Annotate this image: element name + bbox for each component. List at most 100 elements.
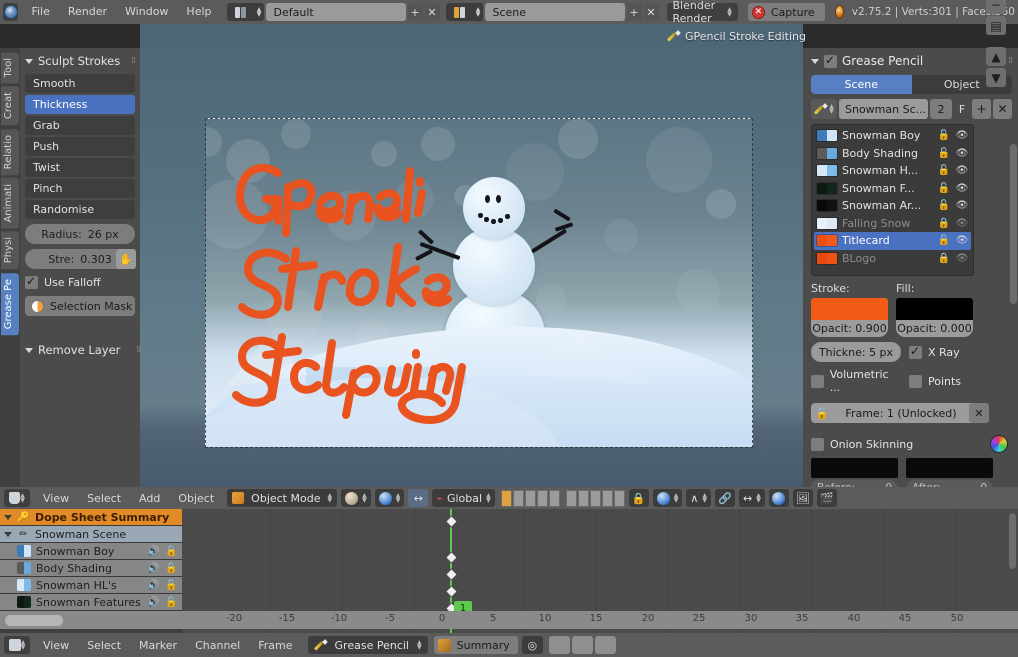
- frame-lock-bar[interactable]: 🔓 Frame: 1 (Unlocked) ✕: [811, 403, 989, 423]
- layer-color-swatch[interactable]: [816, 129, 838, 143]
- scene-icon[interactable]: [445, 3, 474, 21]
- layer-list[interactable]: Snowman Boy 🔓 👁 Body Shading 🔓 👁 Snowman…: [811, 124, 974, 276]
- lock-icon[interactable]: 🔓: [165, 563, 178, 574]
- render-image-icon[interactable]: 🖼: [792, 489, 813, 507]
- lock-icon[interactable]: 🔓: [937, 183, 951, 194]
- delete-layout-button[interactable]: ✕: [424, 3, 440, 21]
- delete-frame-button[interactable]: ✕: [969, 403, 989, 423]
- tab-physics[interactable]: Physi: [1, 231, 19, 270]
- layer-row[interactable]: Titlecard 🔓 👁: [814, 232, 971, 250]
- datablock-name-field[interactable]: Snowman Sc...: [839, 99, 928, 119]
- mute-icon[interactable]: 🔊: [147, 563, 160, 574]
- fill-opacity[interactable]: Opacit: 0.000: [896, 320, 973, 337]
- layer-row[interactable]: Snowman Ar... 🔓 👁: [814, 197, 971, 215]
- gp-enable-checkbox[interactable]: [824, 53, 837, 68]
- layer-color-swatch[interactable]: [816, 181, 838, 195]
- visibility-icon[interactable]: 👁: [955, 200, 969, 211]
- ds-menu-object[interactable]: Object: [169, 492, 223, 505]
- onion-skinning-row[interactable]: Onion Skinning: [811, 435, 1012, 453]
- expand-triangle-icon[interactable]: [4, 531, 12, 537]
- lock-icon[interactable]: 🔓: [937, 235, 951, 246]
- footer-editor-type-icon[interactable]: ▲ ▼: [4, 636, 30, 654]
- new-datablock-button[interactable]: +: [972, 99, 991, 119]
- expand-triangle-icon[interactable]: [4, 514, 12, 520]
- gpencil-datablock-icon[interactable]: ▲ ▼: [811, 99, 837, 119]
- snap-keyframes-icon[interactable]: [594, 636, 616, 654]
- stroke-opacity[interactable]: Opacit: 0.900: [811, 320, 888, 337]
- footer-menu-view[interactable]: View: [34, 639, 78, 652]
- unlink-datablock-button[interactable]: ✕: [993, 99, 1012, 119]
- lock-icon[interactable]: 🔓: [937, 148, 951, 159]
- lock-icon[interactable]: 🔒: [937, 253, 951, 264]
- lock-icon[interactable]: 🔓: [937, 200, 951, 211]
- channel-dope-sheet-summary[interactable]: 🔑 Dope Sheet Summary: [0, 509, 182, 526]
- lock-icon[interactable]: 🔓: [165, 597, 178, 608]
- interaction-mode-dropdown[interactable]: Object Mode ▲ ▼: [227, 489, 338, 507]
- layer-color-swatch[interactable]: [816, 146, 838, 160]
- grease-pencil-header[interactable]: Grease Pencil ⁞⁞: [811, 53, 1013, 68]
- timeline-ruler[interactable]: -20 -15 -10 -5 0 5 10 15 20 25 30 35 40 …: [0, 611, 1018, 629]
- stroke-grab[interactable]: Grab: [25, 116, 135, 135]
- volumetric-checkbox[interactable]: [811, 374, 824, 388]
- footer-menu-frame[interactable]: Frame: [249, 639, 301, 652]
- ds-menu-select[interactable]: Select: [78, 492, 130, 505]
- mute-icon[interactable]: 🔊: [147, 580, 160, 591]
- strength-slider[interactable]: Stre: 0.303 ✋: [25, 249, 136, 269]
- layer-row[interactable]: Falling Snow 🔒 👁: [814, 215, 971, 233]
- lock-object-modes-icon[interactable]: 🔒: [628, 489, 649, 507]
- viewport-3d[interactable]: GPencil Stroke Editing Tool Creat Relati…: [0, 0, 1018, 511]
- render-shading-icon[interactable]: [768, 489, 789, 507]
- tab-tool[interactable]: Tool: [1, 52, 19, 84]
- points-row[interactable]: Points: [909, 368, 999, 394]
- selection-mask-button[interactable]: Selection Mask: [25, 296, 135, 316]
- horizontal-scrollbar[interactable]: [5, 615, 63, 626]
- scene-field[interactable]: Scene: [484, 3, 625, 21]
- visibility-icon[interactable]: 👁: [955, 235, 969, 246]
- snap-magnet-icon[interactable]: ↔: [408, 489, 429, 507]
- move-layer-up-icon[interactable]: ▲: [986, 47, 1006, 66]
- ds-menu-add[interactable]: Add: [130, 492, 169, 505]
- lock-icon[interactable]: 🔒: [937, 218, 951, 229]
- layer-color-swatch[interactable]: [816, 251, 838, 265]
- radius-slider[interactable]: Radius: 26 px: [25, 224, 135, 244]
- keyframe-diamond[interactable]: [445, 551, 458, 564]
- menu-render[interactable]: Render: [59, 0, 116, 24]
- dopesheet-mode-dropdown[interactable]: Grease Pencil ▲ ▼: [307, 636, 428, 654]
- mute-icon[interactable]: 🔊: [147, 546, 160, 557]
- layer-visibility-grid-1[interactable]: [500, 489, 560, 507]
- layer-color-swatch[interactable]: [816, 234, 838, 248]
- xray-row[interactable]: X Ray: [909, 344, 960, 359]
- menu-help[interactable]: Help: [177, 0, 220, 24]
- layout-icon[interactable]: [226, 3, 255, 21]
- pressure-toggle-icon[interactable]: ✋: [116, 249, 136, 269]
- layer-color-swatch[interactable]: [816, 216, 838, 230]
- channel-snowman-boy[interactable]: Snowman Boy 🔊 🔓: [0, 543, 182, 560]
- onion-skinning-checkbox[interactable]: [811, 437, 824, 451]
- properties-scrollbar[interactable]: [1010, 144, 1017, 304]
- layer-row[interactable]: Snowman Boy 🔓 👁: [814, 127, 971, 145]
- paste-keyframes-icon[interactable]: [571, 636, 593, 654]
- capture-button[interactable]: ✕ Capture: [747, 3, 825, 21]
- tab-relations[interactable]: Relatio: [1, 128, 19, 175]
- datablock-users-count[interactable]: 2: [930, 99, 952, 119]
- color-wheel-icon[interactable]: [990, 435, 1008, 453]
- tab-scene[interactable]: Scene: [811, 75, 912, 94]
- blender-logo-icon[interactable]: [3, 3, 19, 21]
- use-falloff-row[interactable]: Use Falloff: [25, 274, 135, 289]
- scene-spinner-icon[interactable]: ▲ ▼: [473, 3, 483, 21]
- layer-color-swatch[interactable]: [816, 164, 838, 178]
- render-engine-dropdown[interactable]: Blender Render ▲ ▼: [666, 0, 738, 25]
- layer-row[interactable]: BLogo 🔒 👁: [814, 250, 971, 268]
- editor-type-icon[interactable]: ▲ ▼: [4, 489, 30, 507]
- tab-create[interactable]: Creat: [1, 86, 19, 126]
- layer-row[interactable]: Body Shading 🔓 👁: [814, 145, 971, 163]
- stroke-twist[interactable]: Twist: [25, 158, 135, 177]
- use-falloff-checkbox[interactable]: [25, 274, 38, 289]
- layer-row[interactable]: Snowman F... 🔓 👁: [814, 180, 971, 198]
- visibility-icon[interactable]: 👁: [955, 165, 969, 176]
- remove-layer-panel-header[interactable]: Remove Layer ⁞⁞: [20, 338, 141, 362]
- channel-snowman-hls[interactable]: Snowman HL's 🔊 🔓: [0, 577, 182, 594]
- visibility-icon[interactable]: 👁: [955, 183, 969, 194]
- summary-toggle[interactable]: Summary: [433, 636, 518, 654]
- footer-menu-marker[interactable]: Marker: [130, 639, 186, 652]
